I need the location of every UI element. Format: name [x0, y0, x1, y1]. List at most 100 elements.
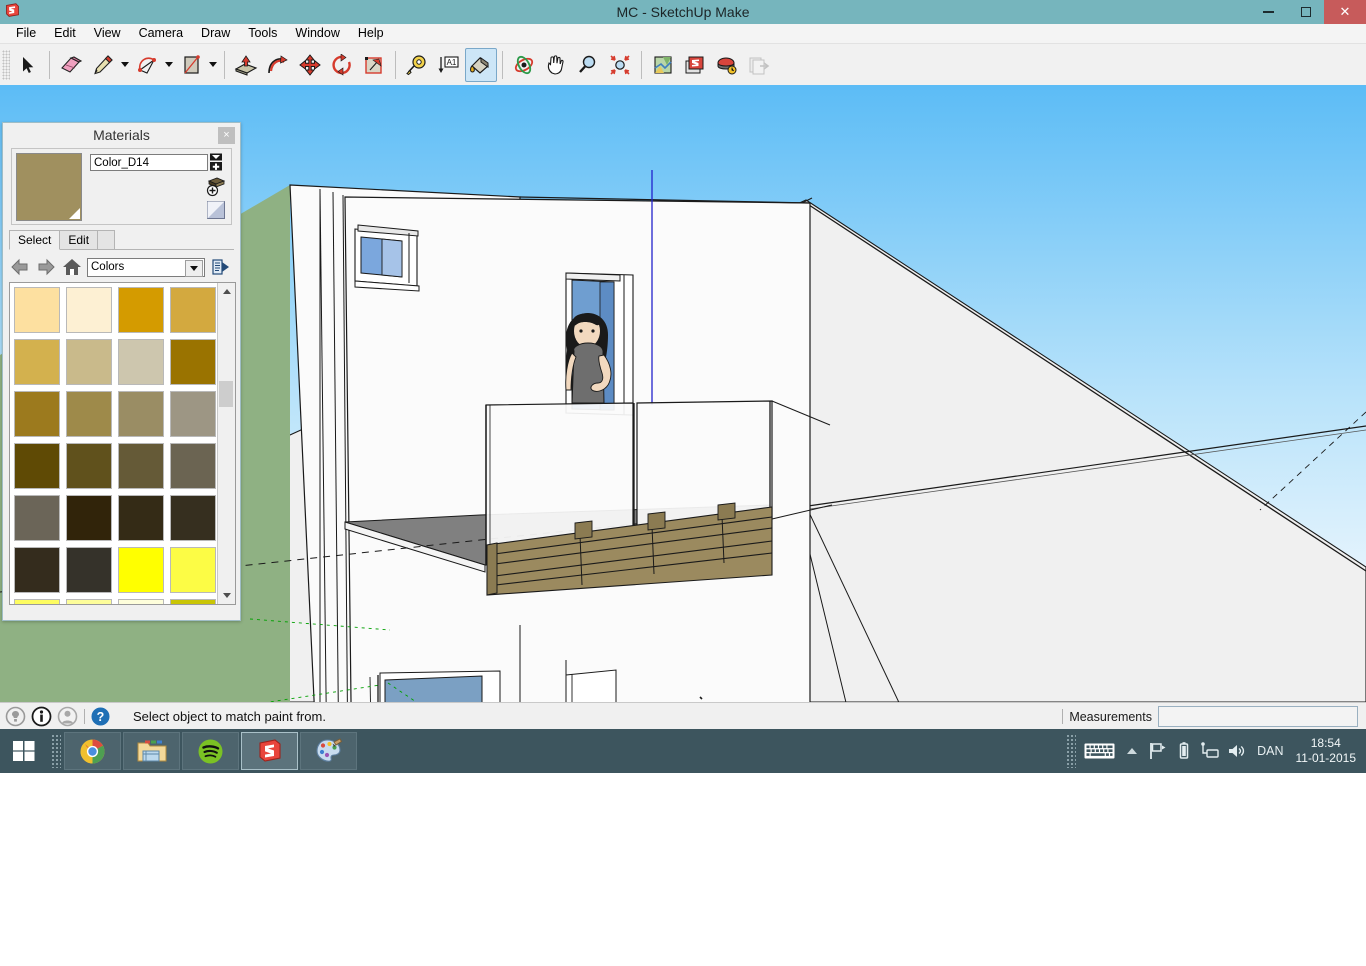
select-tool[interactable]: [12, 48, 44, 82]
close-button[interactable]: ✕: [1324, 0, 1366, 24]
menu-edit[interactable]: Edit: [45, 24, 85, 43]
material-swatch[interactable]: [167, 544, 217, 596]
material-swatch[interactable]: [63, 284, 115, 336]
keyboard-icon[interactable]: [1079, 729, 1119, 773]
materials-close-button[interactable]: ×: [218, 127, 235, 144]
orbit-tool[interactable]: [508, 48, 540, 82]
taskbar-chrome[interactable]: [64, 732, 121, 770]
chevron-down-icon[interactable]: [185, 259, 203, 277]
line-tool[interactable]: [87, 48, 119, 82]
rotate-tool[interactable]: [326, 48, 358, 82]
tray-grip[interactable]: [1066, 734, 1077, 768]
default-material-icon[interactable]: [204, 199, 228, 221]
material-swatch[interactable]: [63, 492, 115, 544]
details-icon[interactable]: [209, 257, 231, 277]
scrollbar-thumb[interactable]: [219, 381, 233, 407]
arc-tool[interactable]: [131, 48, 163, 82]
material-swatch[interactable]: [11, 440, 63, 492]
measurements-input[interactable]: [1158, 706, 1358, 727]
back-arrow-icon[interactable]: [9, 257, 31, 277]
scale-tool[interactable]: [358, 48, 390, 82]
material-swatch[interactable]: [115, 544, 167, 596]
material-swatch[interactable]: [115, 440, 167, 492]
create-material-icon[interactable]: [204, 151, 228, 173]
followme-tool[interactable]: [262, 48, 294, 82]
material-swatch[interactable]: [115, 284, 167, 336]
add-location-tool[interactable]: [647, 48, 679, 82]
taskbar-grip[interactable]: [51, 734, 61, 768]
minimize-button[interactable]: [1250, 0, 1287, 24]
material-swatch[interactable]: [167, 596, 217, 604]
arc-tool-dropdown[interactable]: [163, 49, 175, 81]
text-tool[interactable]: A1: [433, 48, 465, 82]
material-swatch[interactable]: [63, 544, 115, 596]
menu-camera[interactable]: Camera: [130, 24, 192, 43]
tab-edit[interactable]: Edit: [59, 230, 99, 249]
clock[interactable]: 18:54 11-01-2015: [1292, 736, 1366, 766]
taskbar-spotify[interactable]: [182, 732, 239, 770]
pushpull-tool[interactable]: [230, 48, 262, 82]
person-icon[interactable]: [57, 706, 78, 727]
windows-start-icon[interactable]: [0, 729, 48, 773]
material-swatch[interactable]: [11, 544, 63, 596]
toolbar-grip[interactable]: [2, 49, 10, 80]
material-swatch[interactable]: [167, 388, 217, 440]
material-swatch[interactable]: [63, 440, 115, 492]
pan-tool[interactable]: [540, 48, 572, 82]
material-grid-scrollbar[interactable]: [217, 283, 235, 604]
taskbar-sketchup[interactable]: [241, 732, 298, 770]
material-name-input[interactable]: Color_D14: [90, 154, 208, 171]
material-swatch[interactable]: [167, 336, 217, 388]
line-tool-dropdown[interactable]: [119, 49, 131, 81]
share-model-tool[interactable]: [743, 48, 775, 82]
show-hidden-icons-icon[interactable]: [1119, 729, 1145, 773]
material-swatch[interactable]: [167, 440, 217, 492]
material-swatch[interactable]: [11, 388, 63, 440]
language-indicator[interactable]: DAN: [1249, 744, 1291, 758]
material-swatch[interactable]: [115, 596, 167, 604]
menu-view[interactable]: View: [85, 24, 130, 43]
move-tool[interactable]: [294, 48, 326, 82]
material-swatch[interactable]: [115, 388, 167, 440]
menu-draw[interactable]: Draw: [192, 24, 239, 43]
material-swatch[interactable]: [11, 492, 63, 544]
tape-measure-tool[interactable]: [401, 48, 433, 82]
menu-help[interactable]: Help: [349, 24, 393, 43]
taskbar-paint[interactable]: [300, 732, 357, 770]
action-center-flag-icon[interactable]: [1145, 729, 1171, 773]
photo-texture-tool[interactable]: [679, 48, 711, 82]
eraser-tool[interactable]: [55, 48, 87, 82]
material-swatch[interactable]: [63, 336, 115, 388]
menu-window[interactable]: Window: [286, 24, 348, 43]
menu-file[interactable]: File: [7, 24, 45, 43]
material-swatch-grid[interactable]: [10, 283, 217, 604]
material-swatch[interactable]: [167, 284, 217, 336]
material-swatch[interactable]: [63, 596, 115, 604]
info-icon[interactable]: [31, 706, 52, 727]
scroll-up-icon[interactable]: [218, 283, 235, 300]
maximize-button[interactable]: [1287, 0, 1324, 24]
material-swatch[interactable]: [115, 492, 167, 544]
battery-icon[interactable]: [1171, 729, 1197, 773]
material-swatch[interactable]: [115, 336, 167, 388]
zoom-tool[interactable]: [572, 48, 604, 82]
menu-tools[interactable]: Tools: [239, 24, 286, 43]
material-swatch-grid-container[interactable]: [9, 282, 236, 605]
help-bulb-icon[interactable]: [5, 706, 26, 727]
materials-dialog[interactable]: Materials × Color_D14 Select Edit Colors: [2, 122, 241, 621]
rectangle-tool[interactable]: [175, 48, 207, 82]
scroll-down-icon[interactable]: [218, 587, 235, 604]
question-icon[interactable]: ?: [90, 706, 111, 727]
material-swatch[interactable]: [167, 492, 217, 544]
material-library-select[interactable]: Colors: [87, 257, 205, 277]
paint-bucket-tool[interactable]: [465, 47, 497, 82]
rectangle-tool-dropdown[interactable]: [207, 49, 219, 81]
add-to-model-icon[interactable]: [204, 175, 228, 197]
material-swatch[interactable]: [11, 284, 63, 336]
volume-icon[interactable]: [1223, 729, 1249, 773]
shadow-settings-tool[interactable]: [711, 48, 743, 82]
tab-select[interactable]: Select: [9, 230, 61, 250]
taskbar-file-explorer[interactable]: [123, 732, 180, 770]
zoom-extents-tool[interactable]: [604, 48, 636, 82]
forward-arrow-icon[interactable]: [35, 257, 57, 277]
